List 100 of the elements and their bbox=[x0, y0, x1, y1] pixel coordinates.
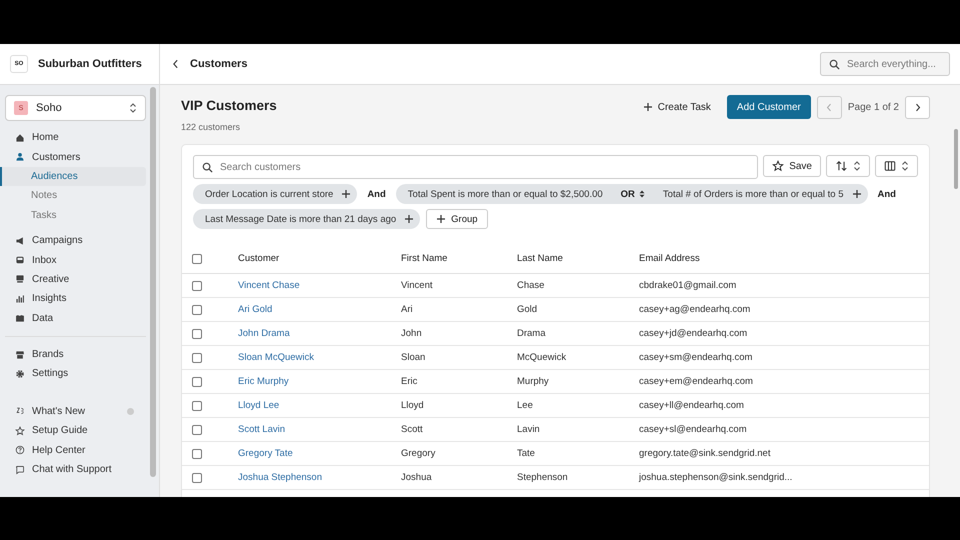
nav-subitem[interactable]: Audiences bbox=[0, 166, 146, 186]
filter-condition[interactable]: Total # of Orders is more than or equal to 5 bbox=[662, 188, 844, 200]
row-checkbox[interactable] bbox=[192, 280, 202, 290]
scrollbar[interactable] bbox=[150, 87, 156, 477]
customer-link[interactable]: Lloyd Lee bbox=[238, 400, 280, 411]
customer-search-field[interactable]: Search customers bbox=[193, 155, 758, 179]
table-cell: Lee bbox=[517, 400, 533, 411]
table-cell: Sloan bbox=[401, 352, 426, 363]
create-task-button[interactable]: Create Task bbox=[632, 102, 721, 112]
sort-arrows-icon bbox=[853, 160, 861, 172]
table-cell: Chase bbox=[517, 280, 544, 291]
plus-icon bbox=[852, 189, 862, 199]
table-cell: casey+sl@endearhq.com bbox=[639, 424, 747, 435]
plus-icon bbox=[642, 102, 653, 112]
row-checkbox[interactable] bbox=[192, 472, 202, 482]
nav-item[interactable]: Creative bbox=[5, 270, 146, 290]
table-cell: gregory.tate@sink.sendgrid.net bbox=[639, 448, 770, 459]
table-cell: casey+ll@endearhq.com bbox=[639, 400, 744, 411]
nav-item[interactable]: Data bbox=[5, 308, 146, 328]
plus-icon bbox=[436, 214, 446, 224]
customer-link[interactable]: Gregory Tate bbox=[238, 448, 293, 459]
nav-item[interactable]: Customers bbox=[5, 147, 146, 167]
scrollbar[interactable] bbox=[954, 129, 958, 189]
row-checkbox[interactable] bbox=[192, 448, 202, 458]
table-cell: Stephenson bbox=[517, 472, 568, 483]
nav-item[interactable]: Setup Guide bbox=[5, 421, 146, 440]
plus-icon bbox=[341, 189, 352, 199]
customer-link[interactable]: Joshua Stephenson bbox=[238, 472, 322, 483]
nav-item[interactable]: Help Center bbox=[5, 440, 146, 460]
nav-item[interactable]: Chat with Support bbox=[5, 460, 146, 480]
global-search-field[interactable]: Search everything... bbox=[820, 52, 950, 76]
back-chevron-icon bbox=[172, 59, 179, 69]
chevron-left-icon bbox=[826, 102, 832, 112]
sort-arrows-icon bbox=[129, 102, 137, 114]
page-breadcrumb: Customers bbox=[190, 58, 248, 70]
add-condition-button[interactable] bbox=[852, 189, 862, 199]
add-condition-button[interactable] bbox=[404, 214, 414, 224]
nav-item[interactable]: Brands bbox=[5, 344, 146, 364]
table-cell: Joshua bbox=[401, 472, 432, 483]
table-cell: Gregory bbox=[401, 448, 436, 459]
column-header[interactable]: Last Name bbox=[517, 253, 563, 264]
table-cell: John bbox=[401, 328, 422, 339]
row-checkbox[interactable] bbox=[192, 376, 202, 386]
nav-item[interactable]: Settings bbox=[5, 364, 146, 384]
table-cell: Murphy bbox=[517, 376, 549, 387]
table-cell: casey+em@endearhq.com bbox=[639, 376, 753, 387]
column-header[interactable]: Email Address bbox=[639, 253, 700, 264]
row-checkbox[interactable] bbox=[192, 400, 202, 410]
sort-arrows-icon bbox=[638, 190, 645, 198]
table-cell: casey+jd@endearhq.com bbox=[639, 328, 748, 339]
table-cell: Lloyd bbox=[401, 400, 424, 411]
save-button[interactable]: Save bbox=[763, 155, 821, 177]
table-cell: Tate bbox=[517, 448, 535, 459]
column-header[interactable]: First Name bbox=[401, 253, 448, 264]
customer-link[interactable]: Eric Murphy bbox=[238, 376, 289, 387]
table-cell: Gold bbox=[517, 304, 538, 315]
columns-button[interactable] bbox=[875, 155, 918, 177]
table-cell: joshua.stephenson@sink.sendgrid... bbox=[639, 472, 792, 483]
nav-item[interactable]: What's New bbox=[5, 402, 146, 422]
sort-arrows-icon bbox=[901, 160, 909, 172]
page-indicator: Page 1 of 2 bbox=[848, 102, 899, 112]
nav-item[interactable]: Insights bbox=[5, 289, 146, 309]
customer-count: 122 customers bbox=[181, 122, 242, 132]
logic-label: And bbox=[876, 188, 897, 200]
row-checkbox[interactable] bbox=[192, 424, 202, 434]
row-checkbox[interactable] bbox=[192, 328, 202, 338]
nav-subitem[interactable]: Tasks bbox=[0, 206, 146, 225]
customer-link[interactable]: Ari Gold bbox=[238, 304, 272, 315]
column-header[interactable]: Customer bbox=[238, 253, 280, 264]
customer-link[interactable]: Vincent Chase bbox=[238, 280, 300, 291]
sort-icon bbox=[835, 160, 848, 172]
customer-link[interactable]: John Drama bbox=[238, 328, 290, 339]
brand-name: Suburban Outfitters bbox=[38, 58, 142, 70]
nav-item[interactable]: Inbox bbox=[5, 250, 146, 270]
star-icon bbox=[772, 160, 784, 172]
filter-condition[interactable]: Total Spent is more than or equal to $2,500.00 bbox=[408, 188, 603, 200]
table-cell: casey+ag@endearhq.com bbox=[639, 304, 750, 315]
add-group-button[interactable]: Group bbox=[426, 209, 488, 229]
row-checkbox[interactable] bbox=[192, 304, 202, 314]
table-cell: cbdrake01@gmail.com bbox=[639, 280, 736, 291]
table-cell: casey+sm@endearhq.com bbox=[639, 352, 752, 363]
table-cell: Ari bbox=[401, 304, 413, 315]
operator-dropdown[interactable]: OR bbox=[610, 188, 655, 200]
nav-item[interactable]: Home bbox=[5, 128, 146, 148]
logic-label: And bbox=[366, 188, 387, 200]
row-checkbox[interactable] bbox=[192, 352, 202, 362]
add-condition-button[interactable] bbox=[341, 189, 352, 199]
columns-icon bbox=[884, 160, 896, 172]
nav-item[interactable]: Campaigns bbox=[5, 230, 146, 250]
customer-link[interactable]: Scott Lavin bbox=[238, 424, 285, 435]
customer-link[interactable]: Sloan McQuewick bbox=[238, 352, 314, 363]
add-customer-button[interactable]: Add Customer bbox=[726, 95, 811, 119]
table-cell: Scott bbox=[401, 424, 423, 435]
nav-subitem[interactable]: Notes bbox=[0, 186, 146, 206]
table-cell: McQuewick bbox=[517, 352, 566, 363]
select-all-checkbox[interactable] bbox=[192, 254, 202, 264]
plus-icon bbox=[404, 214, 414, 224]
sort-button[interactable] bbox=[826, 155, 870, 177]
page-title: VIP Customers bbox=[181, 98, 278, 113]
table-cell: Drama bbox=[517, 328, 546, 339]
